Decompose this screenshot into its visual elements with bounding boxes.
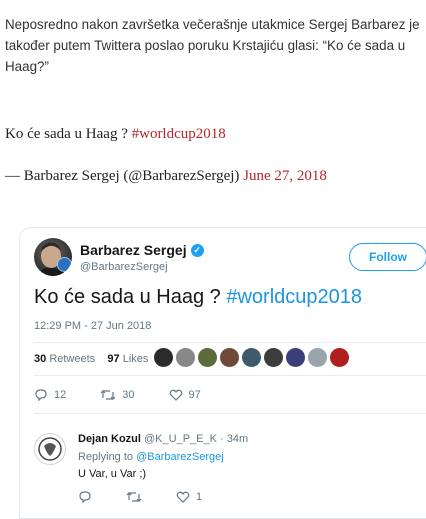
follow-button[interactable]: Follow <box>349 243 426 271</box>
reply-count: 12 <box>54 389 67 401</box>
liker-avatars <box>154 348 349 367</box>
reply-author-handle: @K_U_P_E_K <box>144 433 217 445</box>
tweet-attribution: — Barbarez Sergej (@BarbarezSergej) June… <box>5 168 327 185</box>
author-name[interactable]: Barbarez Sergej <box>80 242 187 258</box>
reply-retweet-icon[interactable] <box>126 490 142 504</box>
reply-text: U Var, u Var ;) <box>78 468 147 480</box>
liker-avatar[interactable] <box>308 348 327 367</box>
author-name-row[interactable]: Barbarez Sergej ✓ <box>80 242 204 258</box>
reply-icon <box>35 389 47 402</box>
tweet-stats: 30 Retweets 97 Likes <box>34 353 148 365</box>
liker-avatar[interactable] <box>242 348 261 367</box>
retweet-icon <box>100 390 116 400</box>
liker-avatar[interactable] <box>176 348 195 367</box>
tweet-quote: Ko će sada u Haag ? #worldcup2018 <box>5 126 226 143</box>
liker-avatar[interactable] <box>154 348 173 367</box>
replying-to-label: Replying to <box>78 451 134 463</box>
reply-like-action[interactable]: 1 <box>176 490 202 504</box>
replying-to-handle-link[interactable]: @BarbarezSergej <box>136 451 224 463</box>
reply-reply-icon[interactable] <box>78 490 92 504</box>
retweet-count: 30 <box>122 389 135 401</box>
quote-hashtag-link[interactable]: #worldcup2018 <box>132 126 226 142</box>
divider <box>34 375 426 376</box>
retweets-stat-count: 30 <box>34 353 47 365</box>
tweet-text: Ko će sada u Haag ? #worldcup2018 <box>34 286 362 309</box>
divider <box>34 413 426 414</box>
reply-like-count: 1 <box>196 491 203 503</box>
like-count: 97 <box>188 389 201 401</box>
author-handle[interactable]: @BarbarezSergej <box>80 261 168 273</box>
attribution-date-link[interactable]: June 27, 2018 <box>243 168 327 184</box>
reply-time: · 34m <box>220 433 249 445</box>
divider <box>34 342 426 343</box>
liker-avatar[interactable] <box>220 348 239 367</box>
attribution-author: — Barbarez Sergej (@BarbarezSergej) <box>5 168 240 184</box>
verified-badge-icon: ✓ <box>190 243 204 257</box>
reply-author-name: Dejan Kozul <box>78 433 141 445</box>
likes-stat[interactable]: 97 Likes <box>107 353 148 365</box>
quote-text: Ko će sada u Haag ? <box>5 126 128 142</box>
reply-actions: 1 <box>78 490 202 504</box>
likes-stat-count: 97 <box>107 353 120 365</box>
embedded-tweet: Barbarez Sergej ✓ @BarbarezSergej Follow… <box>19 227 426 519</box>
reply-avatar-image <box>38 437 62 461</box>
retweets-stat[interactable]: 30 Retweets <box>34 353 95 365</box>
like-action[interactable]: 97 <box>169 388 201 402</box>
reply-author-avatar[interactable] <box>34 433 66 465</box>
liker-avatar[interactable] <box>264 348 283 367</box>
avatar-badge-icon <box>57 257 72 272</box>
tweet-actions: 12 30 97 <box>34 388 235 402</box>
reply-heart-icon <box>176 491 190 503</box>
liker-avatar[interactable] <box>330 348 349 367</box>
reply-action[interactable]: 12 <box>34 388 66 402</box>
tweet-hashtag-link[interactable]: #worldcup2018 <box>226 286 362 308</box>
liker-avatar[interactable] <box>286 348 305 367</box>
retweets-stat-label: Retweets <box>49 353 96 365</box>
retweet-action[interactable]: 30 <box>100 388 135 402</box>
replying-to: Replying to @BarbarezSergej <box>78 451 224 463</box>
article-intro: Neposredno nakon završetka večerašnje ut… <box>5 17 420 74</box>
tweet-text-main: Ko će sada u Haag ? <box>34 286 221 308</box>
liker-avatar[interactable] <box>198 348 217 367</box>
reply-author[interactable]: Dejan Kozul @K_U_P_E_K · 34m <box>78 433 248 445</box>
heart-icon <box>169 389 182 401</box>
tweet-timestamp[interactable]: 12:29 PM - 27 Jun 2018 <box>34 320 151 332</box>
likes-stat-label: Likes <box>122 353 149 365</box>
author-avatar[interactable] <box>34 238 72 276</box>
